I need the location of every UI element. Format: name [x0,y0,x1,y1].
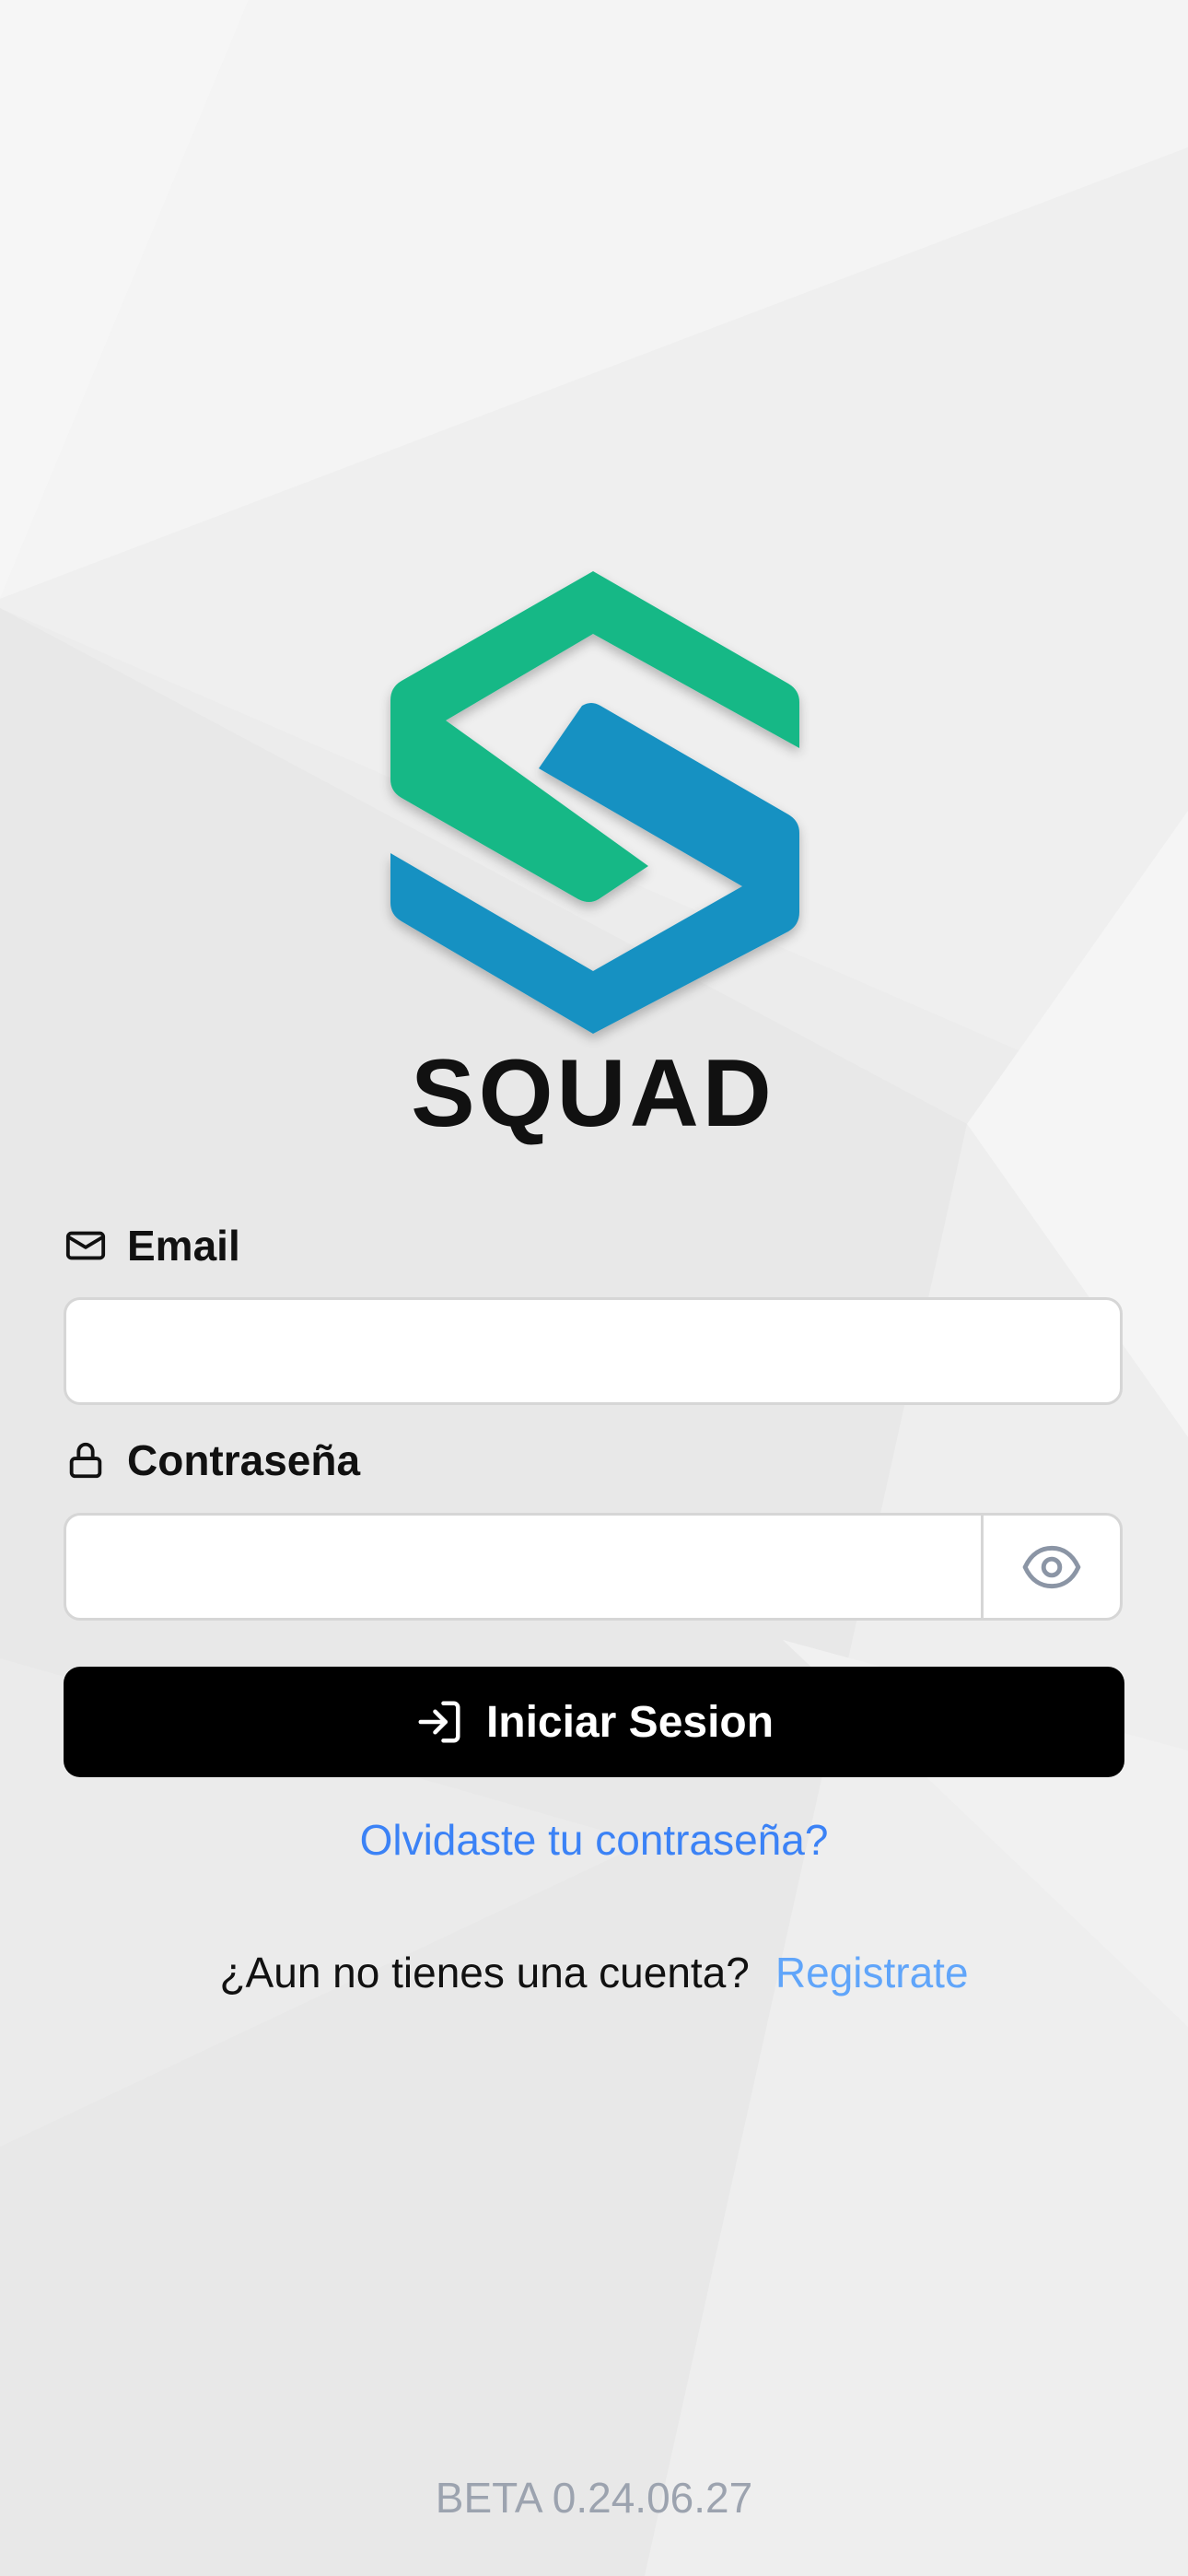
email-label: Email [64,1221,240,1270]
email-label-text: Email [127,1222,240,1270]
register-row: ¿Aun no tienes una cuenta? Registrate [0,1948,1188,1997]
register-link[interactable]: Registrate [775,1948,969,1997]
lock-icon [69,1442,102,1479]
email-field[interactable] [64,1297,1123,1405]
password-label: Contraseña [64,1435,360,1485]
eye-icon [1022,1545,1081,1588]
email-input[interactable] [66,1300,1120,1402]
no-account-text: ¿Aun no tienes una cuenta? [219,1949,750,1996]
toggle-password-visibility-button[interactable] [981,1516,1120,1618]
envelope-icon [65,1231,106,1260]
login-button-label: Iniciar Sesion [485,1697,775,1747]
version-label: BETA 0.24.06.27 [435,2474,753,2522]
background-pattern [0,0,1188,2576]
forgot-password-link[interactable]: Olvidaste tu contraseña? [0,1815,1188,1865]
password-field[interactable] [64,1513,1123,1621]
password-input[interactable] [66,1516,987,1618]
password-label-text: Contraseña [127,1436,361,1484]
login-button[interactable]: Iniciar Sesion [64,1667,1124,1777]
login-arrow-icon [418,1701,460,1743]
